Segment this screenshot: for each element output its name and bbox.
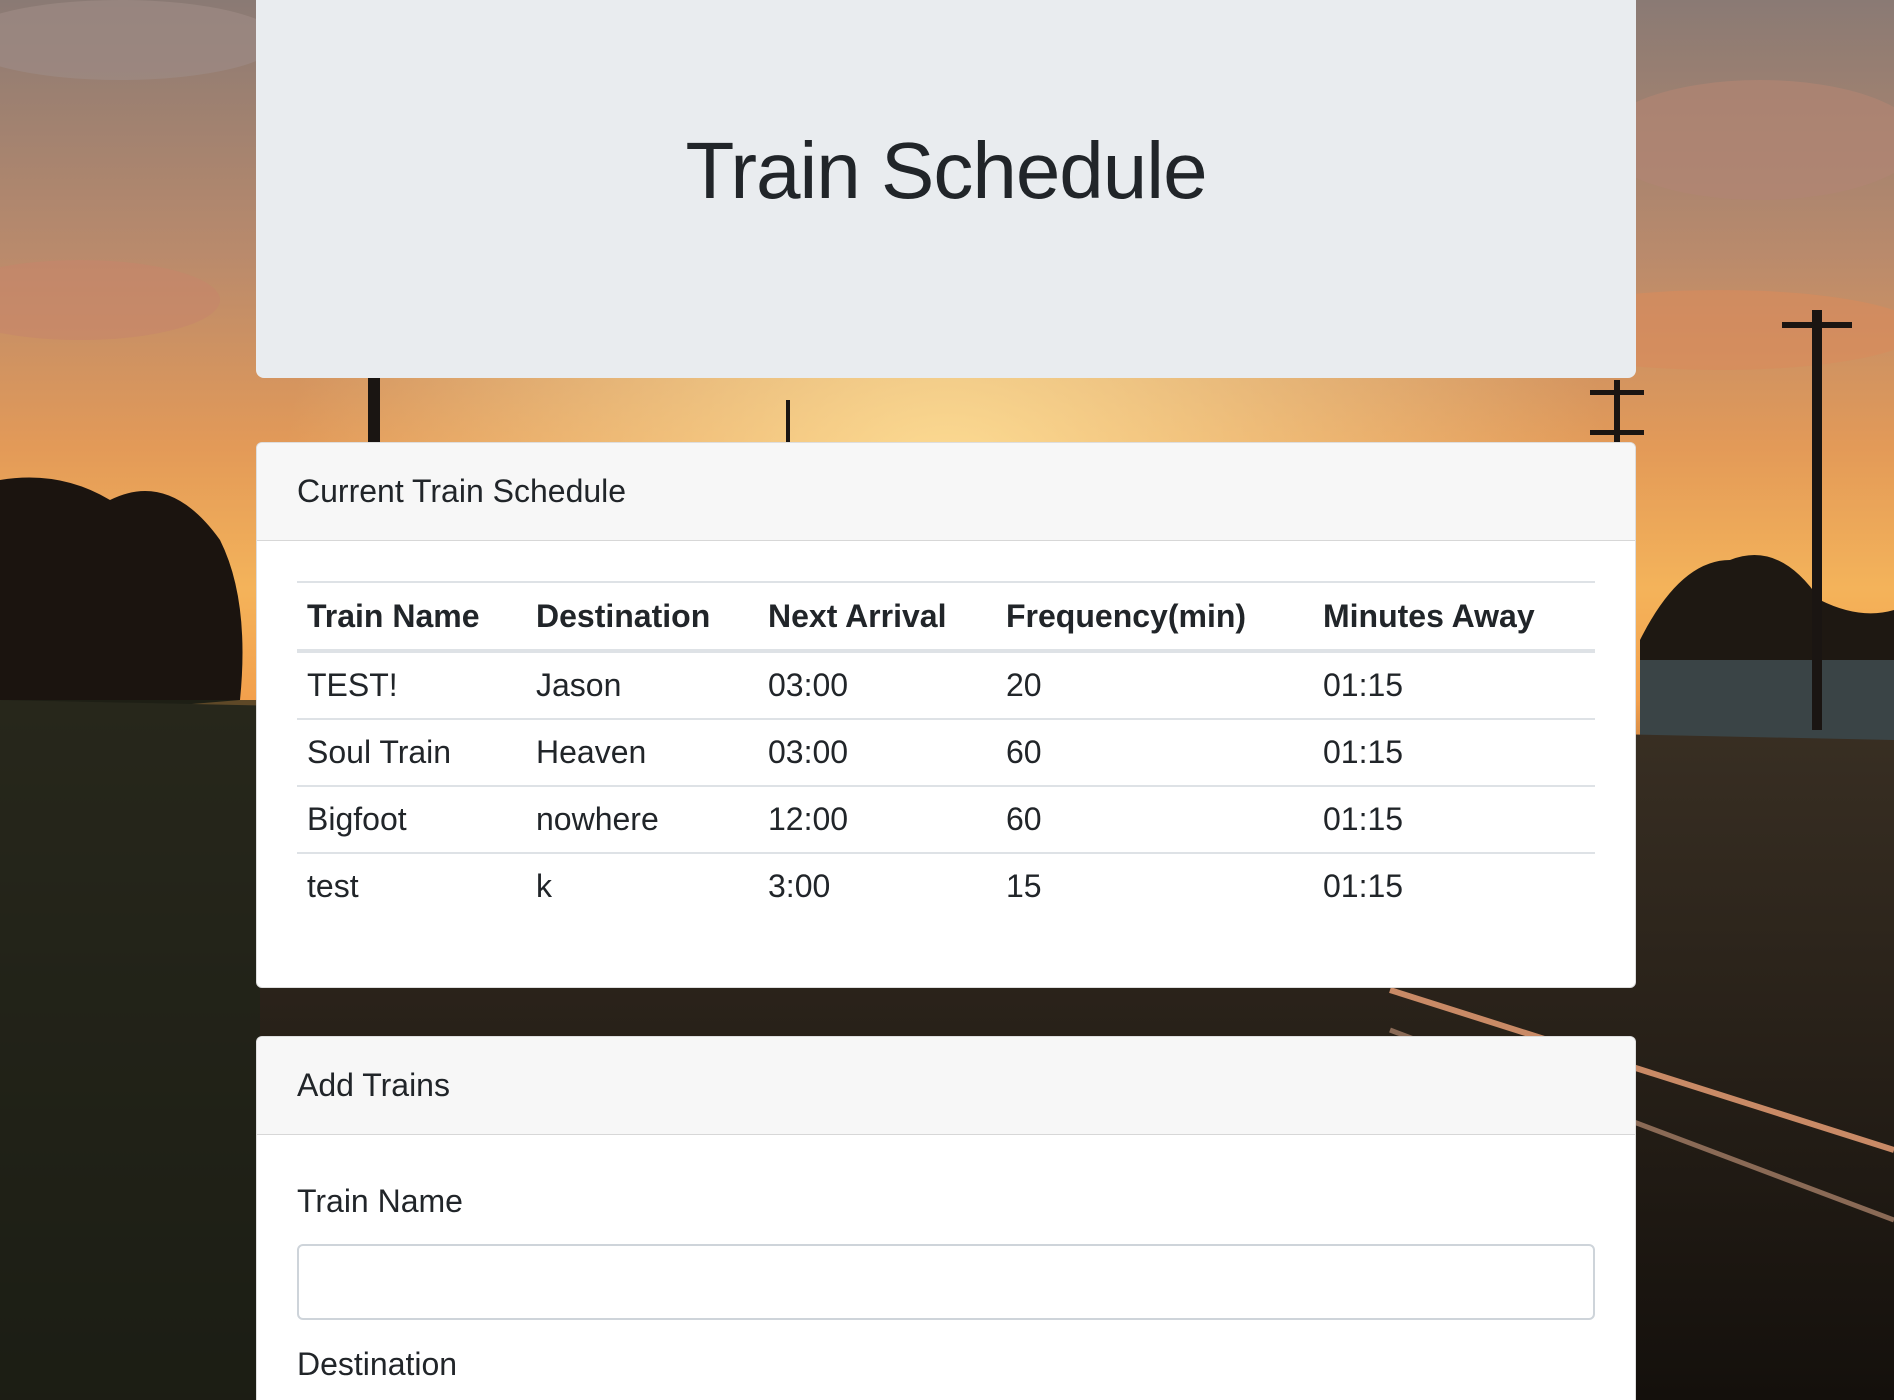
add-trains-card-header: Add Trains — [257, 1037, 1635, 1135]
train-name-input[interactable] — [297, 1244, 1595, 1320]
table-row: Soul Train Heaven 03:00 60 01:15 — [297, 719, 1595, 787]
cell-minutes-away: 01:15 — [1323, 868, 1404, 904]
cell-destination: nowhere — [526, 786, 758, 854]
cell-train-name: Bigfoot — [297, 786, 526, 854]
schedule-card-header: Current Train Schedule — [257, 443, 1635, 541]
cell-next-arrival: 03:00 — [758, 651, 996, 720]
schedule-card-body: Train Name Destination Next Arrival Freq… — [257, 541, 1635, 959]
cell-destination: Heaven — [526, 719, 758, 787]
schedule-card: Current Train Schedule Train Name Destin… — [256, 442, 1636, 988]
jumbotron-header: Train Schedule — [256, 0, 1636, 378]
cell-frequency: 15 — [1006, 868, 1042, 904]
cell-destination: Jason — [526, 651, 758, 720]
cell-train-name: Soul Train — [297, 719, 526, 787]
table-row: test k 3:00 15 01:15 — [297, 853, 1595, 919]
cell-minutes-away: 01:15 — [1313, 719, 1595, 787]
cell-next-arrival: 03:00 — [758, 719, 996, 787]
schedule-table: Train Name Destination Next Arrival Freq… — [297, 581, 1595, 919]
cell-train-name: TEST! — [297, 651, 526, 720]
main-container: Train Schedule Current Train Schedule Tr… — [256, 0, 1636, 1400]
train-name-form-group: Train Name — [297, 1183, 1595, 1320]
column-header-frequency: Frequency(min) — [996, 581, 1313, 653]
destination-label: Destination — [297, 1346, 458, 1382]
column-header-next-arrival: Next Arrival — [758, 581, 996, 653]
cell-train-name: test — [307, 868, 359, 904]
column-header-minutes-away: Minutes Away — [1313, 581, 1595, 653]
cell-frequency: 20 — [996, 651, 1313, 720]
table-row: TEST! Jason 03:00 20 01:15 — [297, 651, 1595, 720]
cell-next-arrival: 12:00 — [758, 786, 996, 854]
column-header-destination: Destination — [526, 581, 758, 653]
cell-minutes-away: 01:15 — [1313, 651, 1595, 720]
add-trains-card-body: Train Name Destination — [257, 1135, 1635, 1400]
table-row: Bigfoot nowhere 12:00 60 01:15 — [297, 786, 1595, 854]
add-trains-card: Add Trains Train Name Destination — [256, 1036, 1636, 1400]
train-name-label: Train Name — [297, 1183, 463, 1219]
column-header-train-name: Train Name — [297, 581, 526, 653]
cell-frequency: 60 — [996, 786, 1313, 854]
cell-minutes-away: 01:15 — [1313, 786, 1595, 854]
cell-destination: k — [536, 868, 552, 904]
table-header-row: Train Name Destination Next Arrival Freq… — [297, 581, 1595, 653]
page-title: Train Schedule — [685, 126, 1207, 215]
cell-next-arrival: 3:00 — [768, 868, 831, 904]
destination-form-group: Destination — [297, 1346, 1595, 1383]
cell-frequency: 60 — [996, 719, 1313, 787]
